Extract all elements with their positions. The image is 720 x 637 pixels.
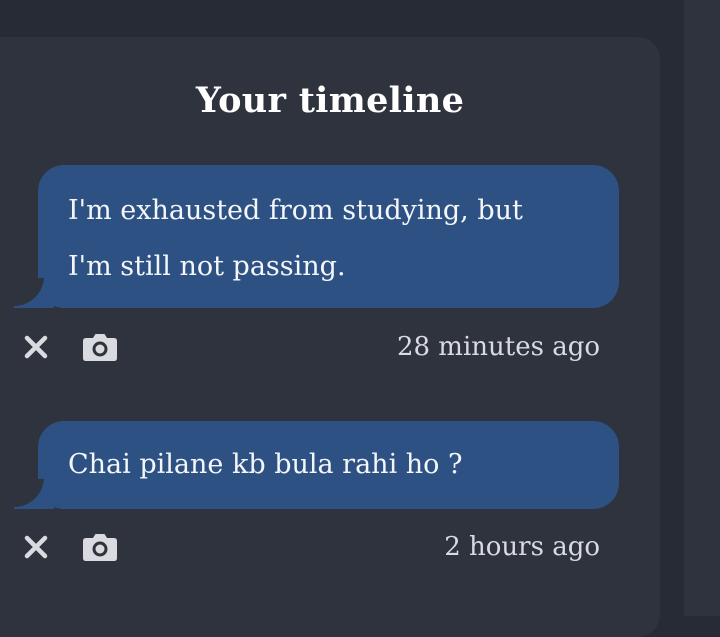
message-bubble[interactable]: Chai pilane kb bula rahi ho ?: [14, 421, 619, 509]
timestamp: 2 hours ago: [444, 532, 600, 562]
message-text: I'm exhausted from studying, but I'm sti…: [68, 195, 532, 282]
bubble-tail: [14, 479, 54, 509]
message-actions: 28 minutes ago: [22, 327, 602, 367]
page-title: Your timeline: [195, 80, 465, 121]
close-icon[interactable]: [22, 333, 50, 361]
camera-icon[interactable]: [82, 532, 118, 562]
bubble-tail: [14, 278, 54, 308]
camera-icon[interactable]: [82, 332, 118, 362]
message-bubble[interactable]: I'm exhausted from studying, but I'm sti…: [14, 165, 619, 308]
timestamp: 28 minutes ago: [396, 332, 600, 362]
side-strip: [684, 0, 720, 616]
message-text: Chai pilane kb bula rahi ho ?: [68, 449, 463, 480]
message-actions: 2 hours ago: [22, 527, 602, 567]
close-icon[interactable]: [22, 533, 50, 561]
